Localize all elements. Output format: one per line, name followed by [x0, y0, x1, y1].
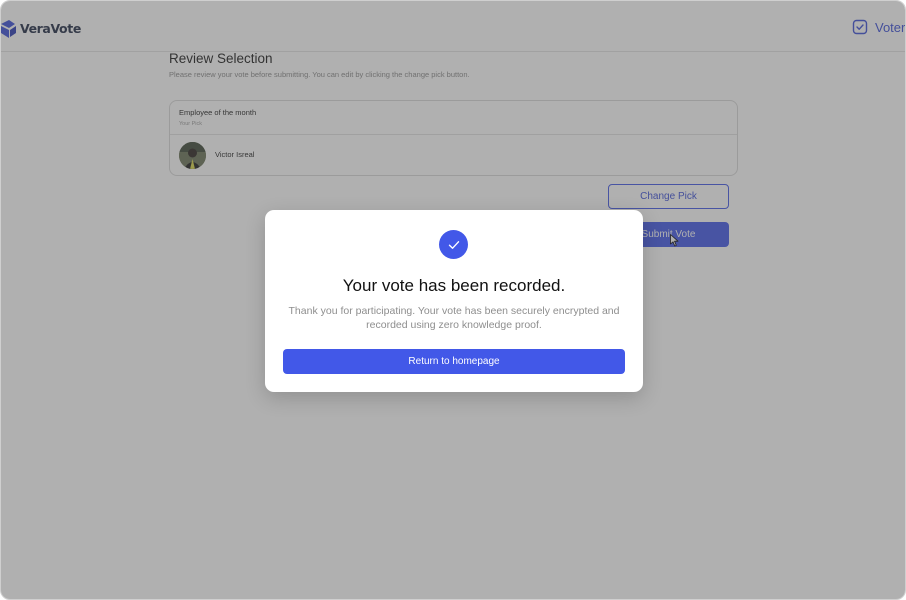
vote-recorded-dialog: Your vote has been recorded. Thank you f…	[265, 210, 643, 392]
dialog-message: Thank you for participating. Your vote h…	[288, 305, 620, 331]
app-window: VeraVote Voter Review Selection Please r…	[0, 0, 906, 600]
check-icon	[439, 230, 468, 259]
return-to-homepage-button[interactable]: Return to homepage	[283, 349, 625, 374]
dialog-title: Your vote has been recorded.	[342, 276, 566, 295]
